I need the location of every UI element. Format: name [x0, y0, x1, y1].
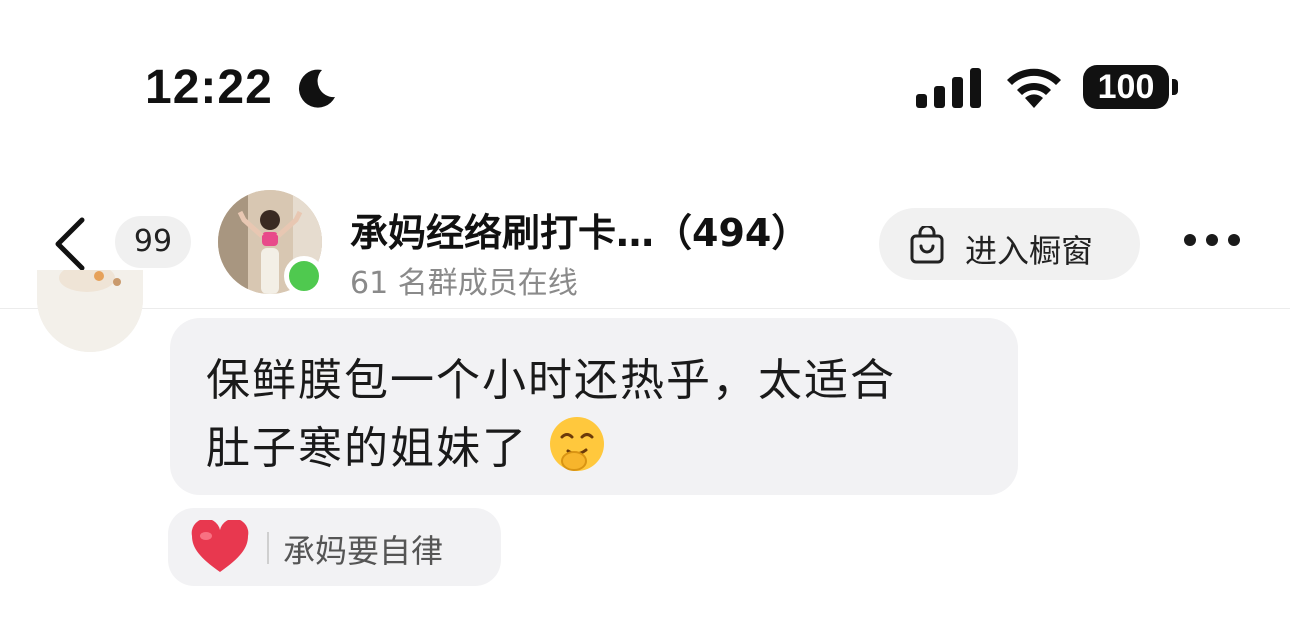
battery-level: 100	[1083, 65, 1169, 109]
wifi-icon	[1007, 68, 1061, 108]
status-bar: 12:22 100	[0, 0, 1290, 150]
heart-icon	[191, 520, 249, 572]
group-title[interactable]: 承妈经络刷打卡…（494）	[350, 202, 809, 257]
signal-icon	[916, 68, 981, 108]
message-text-line-1: 保鲜膜包一个小时还热乎，太适合	[206, 355, 896, 406]
message-text: 肚子寒的姐妹了	[206, 423, 528, 474]
reaction-user-name: 承妈要自律	[283, 532, 444, 570]
clock-time: 12:22	[145, 61, 273, 114]
chat-header: 99 承妈经络刷打卡…（494） 61 名群成员在线 进入橱窗	[0, 180, 1290, 309]
enter-showcase-label: 进入橱窗	[965, 232, 1094, 270]
unread-count-badge[interactable]: 99	[115, 216, 191, 268]
ellipsis-icon[interactable]	[1180, 232, 1244, 252]
battery-icon: 100	[1083, 65, 1181, 111]
message-bubble[interactable]: 保鲜膜包一个小时还热乎，太适合 肚子寒的姐妹了	[170, 318, 1018, 495]
message-text-line-2: 肚子寒的姐妹了	[206, 412, 606, 476]
sender-avatar[interactable]	[37, 270, 143, 352]
reaction-divider	[267, 532, 269, 564]
online-status-dot	[284, 256, 324, 296]
shopping-bag-icon	[910, 226, 944, 264]
smirk-face-emoji-icon	[550, 417, 604, 471]
enter-showcase-button[interactable]: 进入橱窗	[879, 208, 1140, 280]
chevron-left-icon[interactable]	[50, 216, 90, 272]
reaction-pill[interactable]: 承妈要自律	[168, 508, 501, 586]
moon-icon	[298, 69, 335, 108]
battery-tip	[1172, 79, 1178, 95]
online-members-count: 61 名群成员在线	[350, 266, 578, 301]
